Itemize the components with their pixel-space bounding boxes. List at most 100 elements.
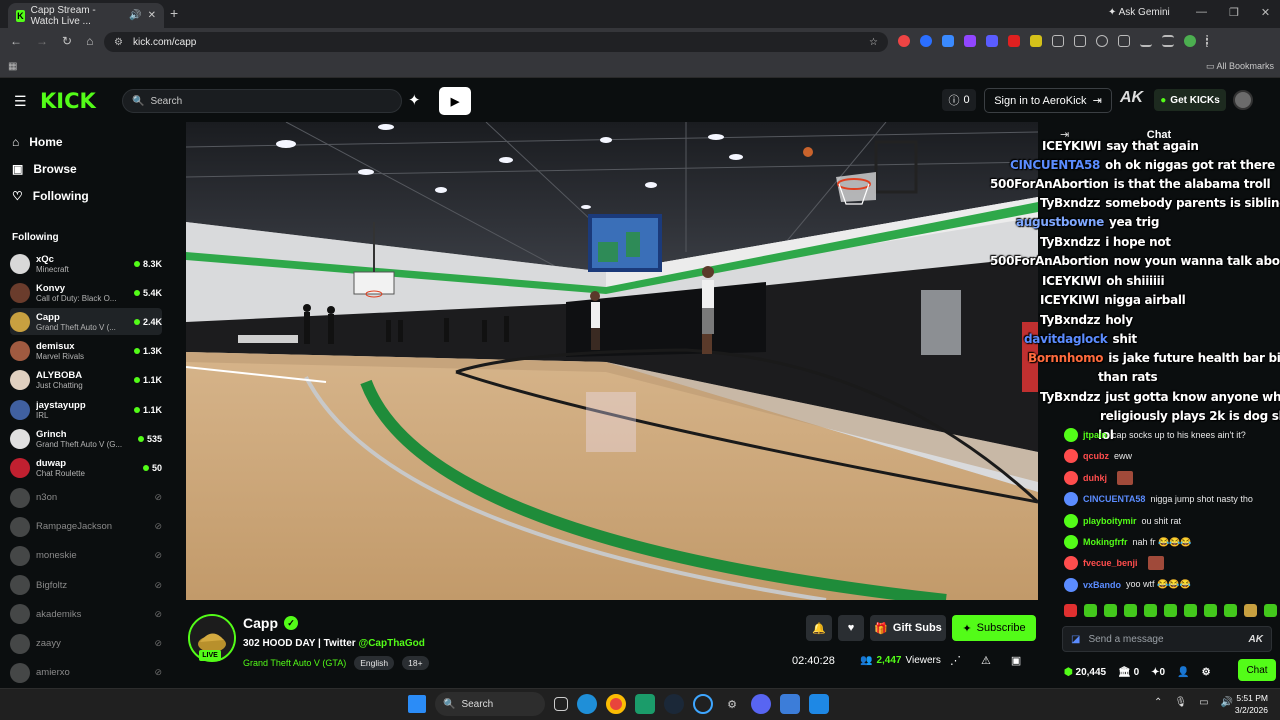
chat-username[interactable]: ICEYKIWI xyxy=(1042,274,1102,288)
chat-username[interactable]: Mokingfrfr xyxy=(1083,537,1128,547)
all-bookmarks[interactable]: ▭ All Bookmarks xyxy=(1206,61,1274,72)
chat-username[interactable]: TyBxndzz xyxy=(1040,196,1100,210)
chat-username[interactable]: Bornnhomo xyxy=(1028,351,1104,365)
chat-username[interactable]: davitdaglock xyxy=(1024,332,1108,346)
back-icon[interactable]: ← xyxy=(10,34,22,48)
sidebar-channel-offline[interactable]: RampageJackson ⊘ xyxy=(10,513,162,540)
sidebar-item-following[interactable]: ♡ Following xyxy=(12,189,89,203)
share-icon[interactable]: ⋰ xyxy=(950,654,961,667)
sidepanel-icon[interactable] xyxy=(1074,35,1086,47)
emote-icon[interactable] xyxy=(1244,604,1257,617)
chat-user-avatar[interactable] xyxy=(1064,492,1078,507)
app-icon[interactable] xyxy=(635,694,655,714)
user-avatar[interactable] xyxy=(1233,90,1253,110)
puzzle-icon[interactable] xyxy=(1052,35,1064,47)
chat-username[interactable]: augustbowne xyxy=(1016,215,1104,229)
extension-icon[interactable] xyxy=(1008,35,1020,47)
sidebar-channel-offline[interactable]: n3on ⊘ xyxy=(10,484,162,511)
star-icon[interactable] xyxy=(1118,35,1130,47)
emote-icon[interactable] xyxy=(1064,604,1077,617)
sidebar-channel-capp[interactable]: Capp Grand Theft Auto V (... 2.4K xyxy=(10,308,162,336)
chevron-up-icon[interactable]: ⌃ xyxy=(1154,697,1162,708)
emote-icon[interactable] xyxy=(1224,604,1237,617)
emote-icon[interactable] xyxy=(1144,604,1157,617)
notify-bell-button[interactable]: 🔔 xyxy=(806,615,832,641)
emote-icon[interactable] xyxy=(1084,604,1097,617)
kebab-menu-icon[interactable] xyxy=(1206,35,1208,47)
emote-icon[interactable] xyxy=(1164,604,1177,617)
channel-name[interactable]: Capp ✓ xyxy=(243,615,298,631)
sidebar-channel-jaystayupp[interactable]: jaystayupp IRL 1.1K xyxy=(10,396,162,423)
chat-user-avatar[interactable] xyxy=(1064,556,1078,571)
chat-username[interactable]: ICEYKIWI xyxy=(1040,293,1100,307)
menu-icon[interactable] xyxy=(1162,35,1174,47)
age-tag[interactable]: 18+ xyxy=(402,656,429,670)
ccleaner-icon[interactable] xyxy=(693,694,713,714)
apps-grid-icon[interactable]: ▦ xyxy=(8,61,17,72)
home-browser-icon[interactable]: ⌂ xyxy=(86,34,93,48)
chat-user-avatar[interactable] xyxy=(1064,428,1078,442)
chat-username[interactable]: jtpain xyxy=(1083,430,1107,440)
theater-mode-icon[interactable]: ▣ xyxy=(1011,654,1021,667)
chat-username[interactable]: duhkj xyxy=(1083,473,1107,483)
app-icon[interactable] xyxy=(780,694,800,714)
chat-message-input[interactable]: ◪ Send a message AK xyxy=(1062,626,1272,652)
chat-username[interactable]: playboitymir xyxy=(1083,516,1137,526)
chat-send-button[interactable]: Chat xyxy=(1238,659,1276,681)
emote-icon[interactable] xyxy=(1104,604,1117,617)
chat-username[interactable]: 500ForAnAbortion xyxy=(990,254,1109,268)
sparkle-icon[interactable]: ✦ xyxy=(408,91,421,109)
sidebar-channel-offline[interactable]: zaayy ⊘ xyxy=(10,630,162,657)
notifications-button[interactable]: ⓘ 0 xyxy=(942,89,976,111)
chat-username[interactable]: ICEYKIWI xyxy=(1042,139,1102,153)
omnibox[interactable]: ⚙ kick.com/capp ☆ xyxy=(104,32,888,52)
taskbar-clock[interactable]: 5:51 PM 3/2/2026 xyxy=(1228,692,1268,716)
tab-audio-icon[interactable]: 🔊 xyxy=(129,10,141,21)
sidebar-item-browse[interactable]: ▣ Browse xyxy=(12,162,77,176)
mic-icon[interactable]: 🎙 xyxy=(1174,697,1187,708)
network-icon[interactable]: ▭ xyxy=(1199,697,1208,708)
bookmark-star-icon[interactable]: ☆ xyxy=(869,37,878,48)
search-input[interactable]: 🔍 Search xyxy=(122,89,402,113)
minimize-icon[interactable]: — xyxy=(1196,6,1207,19)
sidebar-channel-alyboba[interactable]: ALYBOBA Just Chatting 1.1K xyxy=(10,367,162,394)
extension-icon[interactable] xyxy=(964,35,976,47)
task-view-icon[interactable] xyxy=(554,697,568,711)
kick-logo[interactable]: KICK xyxy=(40,89,96,113)
aerokick-logo[interactable]: AK xyxy=(1120,89,1143,107)
extension-icon[interactable] xyxy=(986,35,998,47)
sidebar-channel-duwap[interactable]: duwap Chat Roulette 50 xyxy=(10,454,162,481)
extension-icon[interactable] xyxy=(1030,35,1042,47)
chat-user-avatar[interactable] xyxy=(1064,577,1078,592)
forward-icon[interactable]: → xyxy=(36,34,48,48)
sidebar-channel-konvy[interactable]: Konvy Call of Duty: Black O... 5.4K xyxy=(10,279,162,306)
twitter-handle-link[interactable]: @CapThaGod xyxy=(358,638,424,649)
edge-icon[interactable] xyxy=(577,694,597,714)
chat-username[interactable]: TyBxndzz xyxy=(1040,313,1100,327)
gift-counter[interactable]: 🏛 0 xyxy=(1118,667,1139,678)
chat-username[interactable]: qcubz xyxy=(1083,451,1109,461)
sidebar-channel-offline[interactable]: akademiks ⊘ xyxy=(10,601,162,628)
discord-icon[interactable] xyxy=(751,694,771,714)
category-link[interactable]: Grand Theft Auto V (GTA) xyxy=(243,658,346,668)
subscribe-button[interactable]: ✦ Subscribe xyxy=(952,615,1036,641)
points-counter[interactable]: ✦0 xyxy=(1151,667,1165,678)
chat-username[interactable]: fvecue_benji xyxy=(1083,558,1138,568)
chat-username[interactable]: 500ForAnAbortion xyxy=(990,177,1109,191)
chat-user-avatar[interactable] xyxy=(1064,470,1078,485)
link-icon[interactable] xyxy=(1096,35,1108,47)
user-settings-icon[interactable]: 👤 xyxy=(1177,667,1189,678)
tab-close-icon[interactable]: ✕ xyxy=(148,10,156,21)
new-tab-icon[interactable]: + xyxy=(170,5,178,21)
chat-user-avatar[interactable] xyxy=(1064,535,1078,549)
chat-username[interactable]: CINCUENTA58 xyxy=(1010,158,1100,172)
emote-icon[interactable] xyxy=(1264,604,1277,617)
chat-username[interactable]: vxBando xyxy=(1083,580,1121,590)
video-player[interactable] xyxy=(186,122,1038,600)
steam-icon[interactable] xyxy=(664,694,684,714)
download-icon[interactable] xyxy=(1140,35,1152,47)
extension-icon[interactable] xyxy=(920,35,932,47)
extension-icon[interactable] xyxy=(898,35,910,47)
ask-gemini-button[interactable]: ✦ Ask Gemini xyxy=(1108,7,1170,18)
sidebar-channel-offline[interactable]: amierxo ⊘ xyxy=(10,659,162,686)
